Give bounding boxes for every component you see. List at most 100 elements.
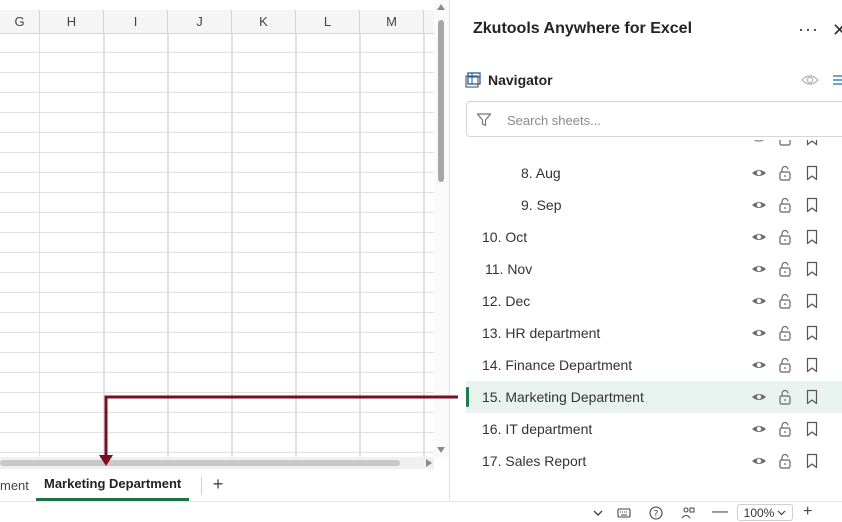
sheet-list-item[interactable]: 13. HR department [466, 317, 842, 349]
sheet-list-item[interactable]: 12. Dec [466, 285, 842, 317]
eye-icon[interactable] [751, 140, 767, 146]
sheet-name: 14. Finance Department [482, 357, 633, 373]
sheet-list-item[interactable]: 8. Aug [466, 157, 842, 189]
sheet-name: 12. Dec [482, 293, 531, 309]
column-header-m[interactable]: M [360, 10, 424, 33]
grid-line [232, 33, 233, 457]
sheet-name: 15. Marketing Department [482, 389, 644, 405]
column-header-j[interactable]: J [168, 10, 232, 33]
unlock-icon[interactable] [777, 389, 793, 405]
cell-grid[interactable] [0, 33, 434, 457]
bookmark-icon[interactable] [804, 421, 820, 437]
eye-icon[interactable] [751, 453, 767, 469]
bookmark-icon[interactable] [804, 325, 820, 341]
vertical-scrollbar[interactable] [434, 0, 449, 457]
sheet-tab-previous[interactable]: ment [0, 469, 29, 501]
navigator-title: Navigator [488, 72, 553, 88]
grid-line [424, 33, 425, 457]
list-view-icon[interactable] [832, 71, 842, 89]
vertical-scroll-thumb[interactable] [438, 20, 444, 182]
bookmark-icon[interactable] [804, 261, 820, 277]
unlock-icon[interactable] [777, 421, 793, 437]
sheet-list-item[interactable]: 17. Sales Report [466, 445, 842, 477]
bookmark-icon[interactable] [804, 453, 820, 469]
scroll-right-icon[interactable] [426, 459, 432, 467]
chevron-down-icon[interactable] [591, 506, 605, 520]
eye-icon[interactable] [751, 421, 767, 437]
bookmark-icon[interactable] [804, 357, 820, 373]
sheet-name: 9. Sep [521, 197, 562, 213]
horizontal-scroll-thumb[interactable] [0, 460, 400, 466]
filter-icon [476, 113, 492, 127]
sheet-list-item-active[interactable]: 15. Marketing Department [466, 381, 842, 413]
zoom-level-dropdown[interactable]: 100% [737, 504, 793, 521]
scroll-down-icon[interactable] [437, 447, 445, 453]
sheet-list-item[interactable]: 11. Nov [466, 253, 842, 285]
unlock-icon[interactable] [777, 261, 793, 277]
eye-icon[interactable] [800, 71, 820, 89]
column-header-h[interactable]: H [40, 10, 104, 33]
zoom-out-button[interactable]: — [712, 502, 728, 522]
zoom-in-button[interactable]: + [803, 502, 812, 522]
eye-icon[interactable] [751, 197, 767, 213]
eye-icon[interactable] [751, 293, 767, 309]
tab-divider [201, 477, 202, 495]
unlock-icon[interactable] [777, 197, 793, 213]
unlock-icon[interactable] [777, 165, 793, 181]
spreadsheet-area: G H I J K L M ment Marketing Department … [0, 0, 449, 501]
sheet-list-item[interactable]: 14. Finance Department [466, 349, 842, 381]
eye-icon[interactable] [751, 325, 767, 341]
help-icon[interactable]: ? [649, 506, 663, 520]
eye-icon[interactable] [751, 229, 767, 245]
sheet-list-item[interactable]: 10. Oct [466, 221, 842, 253]
sheet-name: 10. Oct [482, 229, 528, 245]
bookmark-icon[interactable] [804, 229, 820, 245]
sheet-list: 8. Aug 9. Sep 10. Oct 11. Nov 12. Dec 13… [450, 140, 842, 480]
scroll-up-icon[interactable] [437, 4, 445, 10]
unlock-icon[interactable] [777, 357, 793, 373]
sheet-tab-marketing-department[interactable]: Marketing Department [36, 469, 190, 501]
sheet-name: 13. HR department [482, 325, 601, 341]
column-header-l[interactable]: L [296, 10, 360, 33]
bookmark-icon[interactable] [804, 197, 820, 213]
accessibility-icon[interactable] [681, 506, 695, 520]
unlock-icon[interactable] [777, 229, 793, 245]
sheet-name: 8. Aug [521, 165, 561, 181]
eye-icon[interactable] [751, 165, 767, 181]
horizontal-scrollbar[interactable] [0, 457, 434, 469]
sheet-name: 17. Sales Report [482, 453, 587, 469]
close-panel-button[interactable]: ✕ [832, 19, 842, 41]
sheet-name: 11. Nov [485, 261, 533, 277]
column-header-i[interactable]: I [104, 10, 168, 33]
bookmark-icon[interactable] [804, 293, 820, 309]
zoom-level: 100% [743, 505, 775, 520]
bookmark-icon[interactable] [804, 389, 820, 405]
grid-line [296, 33, 297, 457]
unlock-icon[interactable] [777, 325, 793, 341]
svg-text:?: ? [654, 510, 659, 520]
unlock-icon[interactable] [777, 293, 793, 309]
status-bar: ? — 100% + [0, 501, 842, 521]
column-header-row: G H I J K L M [0, 10, 434, 34]
sheet-list-item[interactable]: 16. IT department [466, 413, 842, 445]
more-options-button[interactable]: ··· [798, 20, 820, 40]
sheet-list-item[interactable]: 9. Sep [466, 189, 842, 221]
eye-icon[interactable] [751, 357, 767, 373]
unlock-icon[interactable] [777, 140, 793, 146]
add-sheet-button[interactable]: + [208, 473, 228, 495]
column-header-g[interactable]: G [0, 10, 40, 33]
add-in-panel: Zkutools Anywhere for Excel ··· ✕ Naviga… [449, 0, 842, 501]
unlock-icon[interactable] [777, 453, 793, 469]
keyboard-icon[interactable] [617, 506, 631, 520]
grid-line [360, 33, 361, 457]
eye-icon[interactable] [751, 389, 767, 405]
navigator-icon [465, 72, 481, 88]
panel-title: Zkutools Anywhere for Excel [473, 20, 693, 37]
search-box[interactable] [466, 101, 842, 137]
search-input[interactable] [505, 108, 839, 132]
column-header-k[interactable]: K [232, 10, 296, 33]
bookmark-icon[interactable] [804, 140, 820, 146]
bookmark-icon[interactable] [804, 165, 820, 181]
sheet-tab-bar: ment Marketing Department + [0, 469, 449, 501]
eye-icon[interactable] [751, 261, 767, 277]
